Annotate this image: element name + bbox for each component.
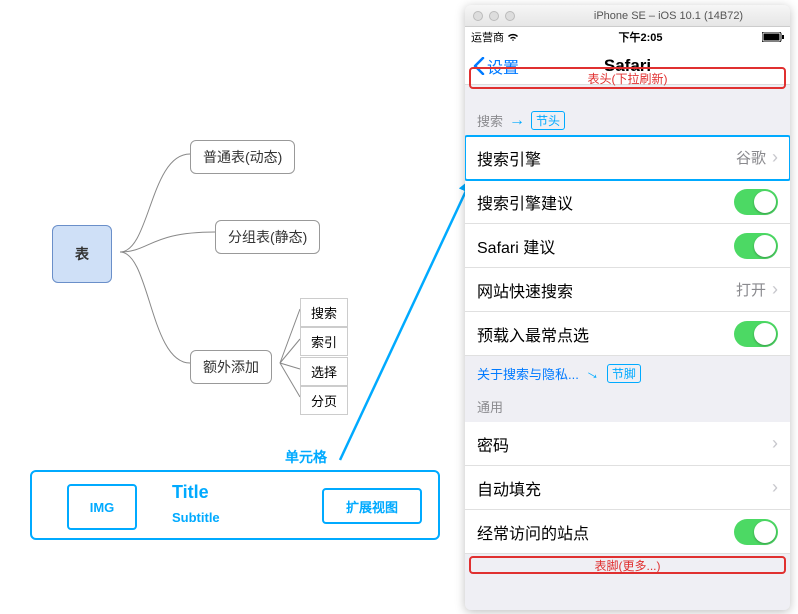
section-header-tag: 节头 — [531, 111, 565, 130]
row-preload[interactable]: 预载入最常点选 — [465, 312, 790, 356]
node-dynamic-table: 普通表(动态) — [190, 140, 295, 174]
cell-label: 单元格 — [285, 447, 327, 467]
section-header-label: 通用 — [477, 397, 503, 416]
table-footer-callout: 表脚(更多...) — [469, 556, 786, 574]
row-label: 预载入最常点选 — [477, 322, 589, 346]
row-safari-suggestions[interactable]: Safari 建议 — [465, 224, 790, 268]
section-header-search: 搜索 → 节头 — [465, 93, 790, 136]
row-value: 谷歌 — [736, 147, 766, 168]
node-extra: 额外添加 — [190, 350, 272, 384]
chevron-right-icon: › — [772, 477, 778, 498]
leaf-select: 选择 — [300, 357, 348, 386]
battery-icon — [762, 32, 784, 42]
cell-accessory: 扩展视图 — [322, 488, 422, 524]
close-icon[interactable] — [473, 11, 483, 21]
cell-title: Title — [172, 482, 209, 503]
row-label: Safari 建议 — [477, 234, 555, 258]
cell-schematic: IMG Title Subtitle 扩展视图 — [30, 470, 440, 540]
row-autofill[interactable]: 自动填充 › — [465, 466, 790, 510]
wifi-icon — [507, 33, 519, 42]
row-frequent-sites[interactable]: 经常访问的站点 — [465, 510, 790, 554]
section-footer-label: 关于搜索与隐私... — [477, 364, 579, 383]
row-label: 经常访问的站点 — [477, 520, 589, 544]
leaf-search: 搜索 — [300, 298, 348, 327]
row-label: 网站快速搜索 — [477, 278, 573, 302]
table-header-callout: 表头(下拉刷新) — [469, 67, 786, 89]
switch-toggle[interactable] — [734, 233, 778, 259]
chevron-right-icon: › — [772, 433, 778, 454]
row-quick-search[interactable]: 网站快速搜索 打开 › — [465, 268, 790, 312]
carrier-label: 运营商 — [471, 29, 504, 45]
ios-screen: 运营商 下午2:05 设置 Safari 表头(下拉刷新) 搜索 → 节头 搜索… — [465, 27, 790, 610]
traffic-lights[interactable] — [473, 11, 515, 21]
status-bar: 运营商 下午2:05 — [465, 27, 790, 47]
row-label: 自动填充 — [477, 476, 541, 500]
mindmap-diagram: 表 普通表(动态) 分组表(静态) 额外添加 搜索 索引 选择 分页 单元格 I… — [0, 0, 460, 614]
switch-toggle[interactable] — [734, 321, 778, 347]
arrow-down-right-icon: → — [581, 362, 604, 386]
window-titlebar: iPhone SE – iOS 10.1 (14B72) — [465, 5, 790, 27]
leaf-paging: 分页 — [300, 386, 348, 415]
switch-toggle[interactable] — [734, 189, 778, 215]
node-grouped-table: 分组表(静态) — [215, 220, 320, 254]
window-title: iPhone SE – iOS 10.1 (14B72) — [555, 10, 782, 22]
row-passwords[interactable]: 密码 › — [465, 422, 790, 466]
section-header-general: 通用 — [465, 389, 790, 422]
cell-img: IMG — [67, 484, 137, 530]
row-label: 搜索引擎建议 — [477, 190, 573, 214]
leaf-index: 索引 — [300, 327, 348, 356]
section-header-label: 搜索 — [477, 111, 503, 130]
minimize-icon[interactable] — [489, 11, 499, 21]
switch-toggle[interactable] — [734, 519, 778, 545]
row-search-engine[interactable]: 搜索引擎 谷歌 › — [465, 136, 790, 180]
clock-label: 下午2:05 — [618, 29, 662, 45]
row-search-suggestions[interactable]: 搜索引擎建议 — [465, 180, 790, 224]
root-node: 表 — [52, 225, 112, 283]
row-value: 打开 — [736, 279, 766, 300]
cell-subtitle: Subtitle — [172, 510, 220, 525]
section-footer-search[interactable]: 关于搜索与隐私... → 节脚 — [465, 356, 790, 389]
row-label: 密码 — [477, 432, 509, 456]
section-footer-tag: 节脚 — [607, 364, 641, 383]
zoom-icon[interactable] — [505, 11, 515, 21]
simulator-window: iPhone SE – iOS 10.1 (14B72) 运营商 下午2:05 … — [465, 5, 790, 610]
chevron-right-icon: › — [772, 279, 778, 300]
arrow-right-icon: → — [509, 112, 525, 130]
row-label: 搜索引擎 — [477, 146, 541, 170]
chevron-right-icon: › — [772, 147, 778, 168]
